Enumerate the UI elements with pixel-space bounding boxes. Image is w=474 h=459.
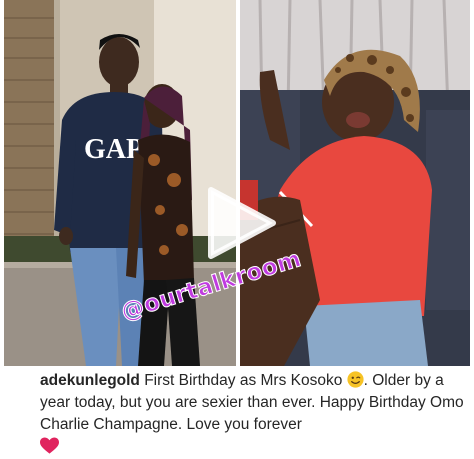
play-icon[interactable]	[205, 184, 279, 262]
red-heart-emoji-icon	[40, 437, 59, 454]
couple-photo: GAP	[4, 0, 236, 366]
woman-photo	[240, 0, 470, 366]
instagram-post: GAP @ourtalkroom adekunlegold First Birt…	[0, 0, 474, 459]
username-link[interactable]: adekunlegold	[40, 372, 140, 389]
post-media[interactable]: GAP @ourtalkroom	[4, 0, 470, 366]
woman-photo-illustration	[240, 0, 470, 366]
caption-text-part1: First Birthday as Mrs Kosoko	[144, 372, 343, 389]
post-caption: adekunlegold First Birthday as Mrs Kosok…	[40, 370, 466, 458]
winking-face-emoji-icon	[347, 371, 364, 388]
couple-photo-illustration: GAP	[4, 0, 236, 366]
